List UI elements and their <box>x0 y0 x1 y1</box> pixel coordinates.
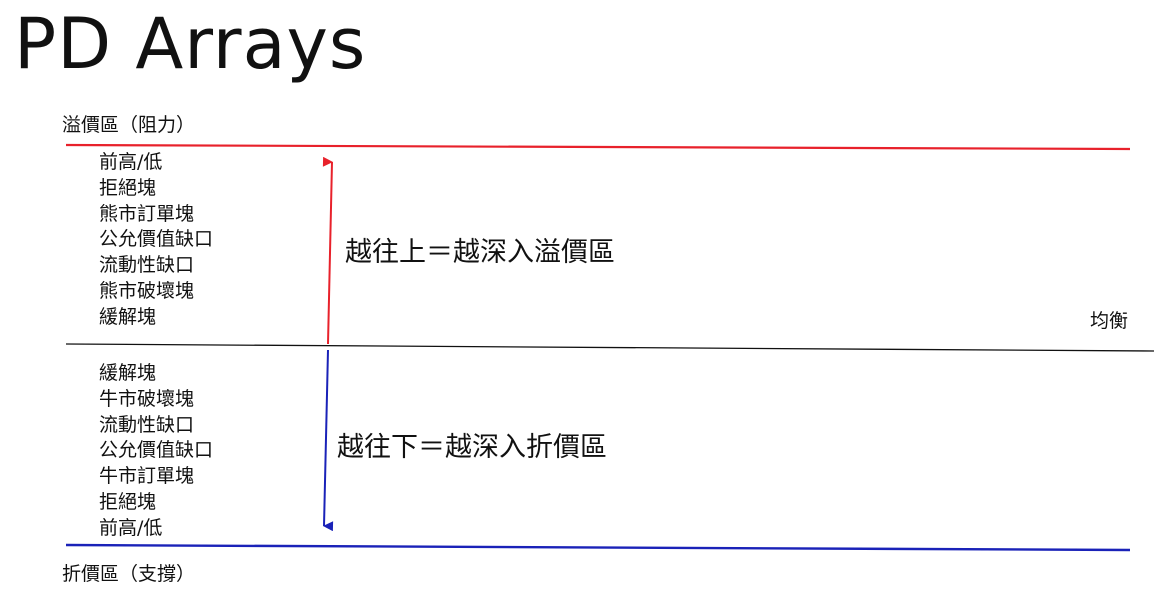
discount-zone-line <box>65 543 1131 552</box>
list-item: 流動性缺口 <box>99 413 195 436</box>
premium-statement: 越往上＝越深入溢價區 <box>345 237 615 268</box>
equilibrium-line <box>65 343 1155 352</box>
premium-arrow <box>322 156 333 345</box>
list-item: 前高/低 <box>99 151 163 173</box>
premium-array-list: 前高/低 拒絕塊 熊市訂單塊 公允價值缺口 流動性缺口 熊市破壞塊 緩解塊 <box>99 150 213 331</box>
list-item: 熊市破壞塊 <box>99 279 195 302</box>
premium-zone-line <box>65 143 1131 151</box>
list-item: 拒絕塊 <box>99 176 157 199</box>
discount-statement: 越往下＝越深入折價區 <box>337 432 607 463</box>
list-item: 拒絕塊 <box>99 490 157 513</box>
list-item: 前高/低 <box>99 516 163 539</box>
list-item: 熊市訂單塊 <box>99 202 195 225</box>
equilibrium-label: 均衡 <box>1089 310 1128 332</box>
list-item: 牛市訂單塊 <box>99 465 195 488</box>
list-item: 公允價值缺口 <box>99 439 214 462</box>
list-item: 流動性缺口 <box>99 254 195 277</box>
list-item: 公允價值缺口 <box>99 228 214 251</box>
discount-zone-label: 折價區（支撐） <box>62 563 196 585</box>
discount-arrow <box>323 349 334 532</box>
list-item: 牛市破壞塊 <box>99 387 195 410</box>
list-item: 緩解塊 <box>99 362 157 384</box>
discount-array-list: 緩解塊 牛市破壞塊 流動性缺口 公允價值缺口 牛市訂單塊 拒絕塊 前高/低 <box>99 361 213 542</box>
list-item: 緩解塊 <box>99 305 157 328</box>
